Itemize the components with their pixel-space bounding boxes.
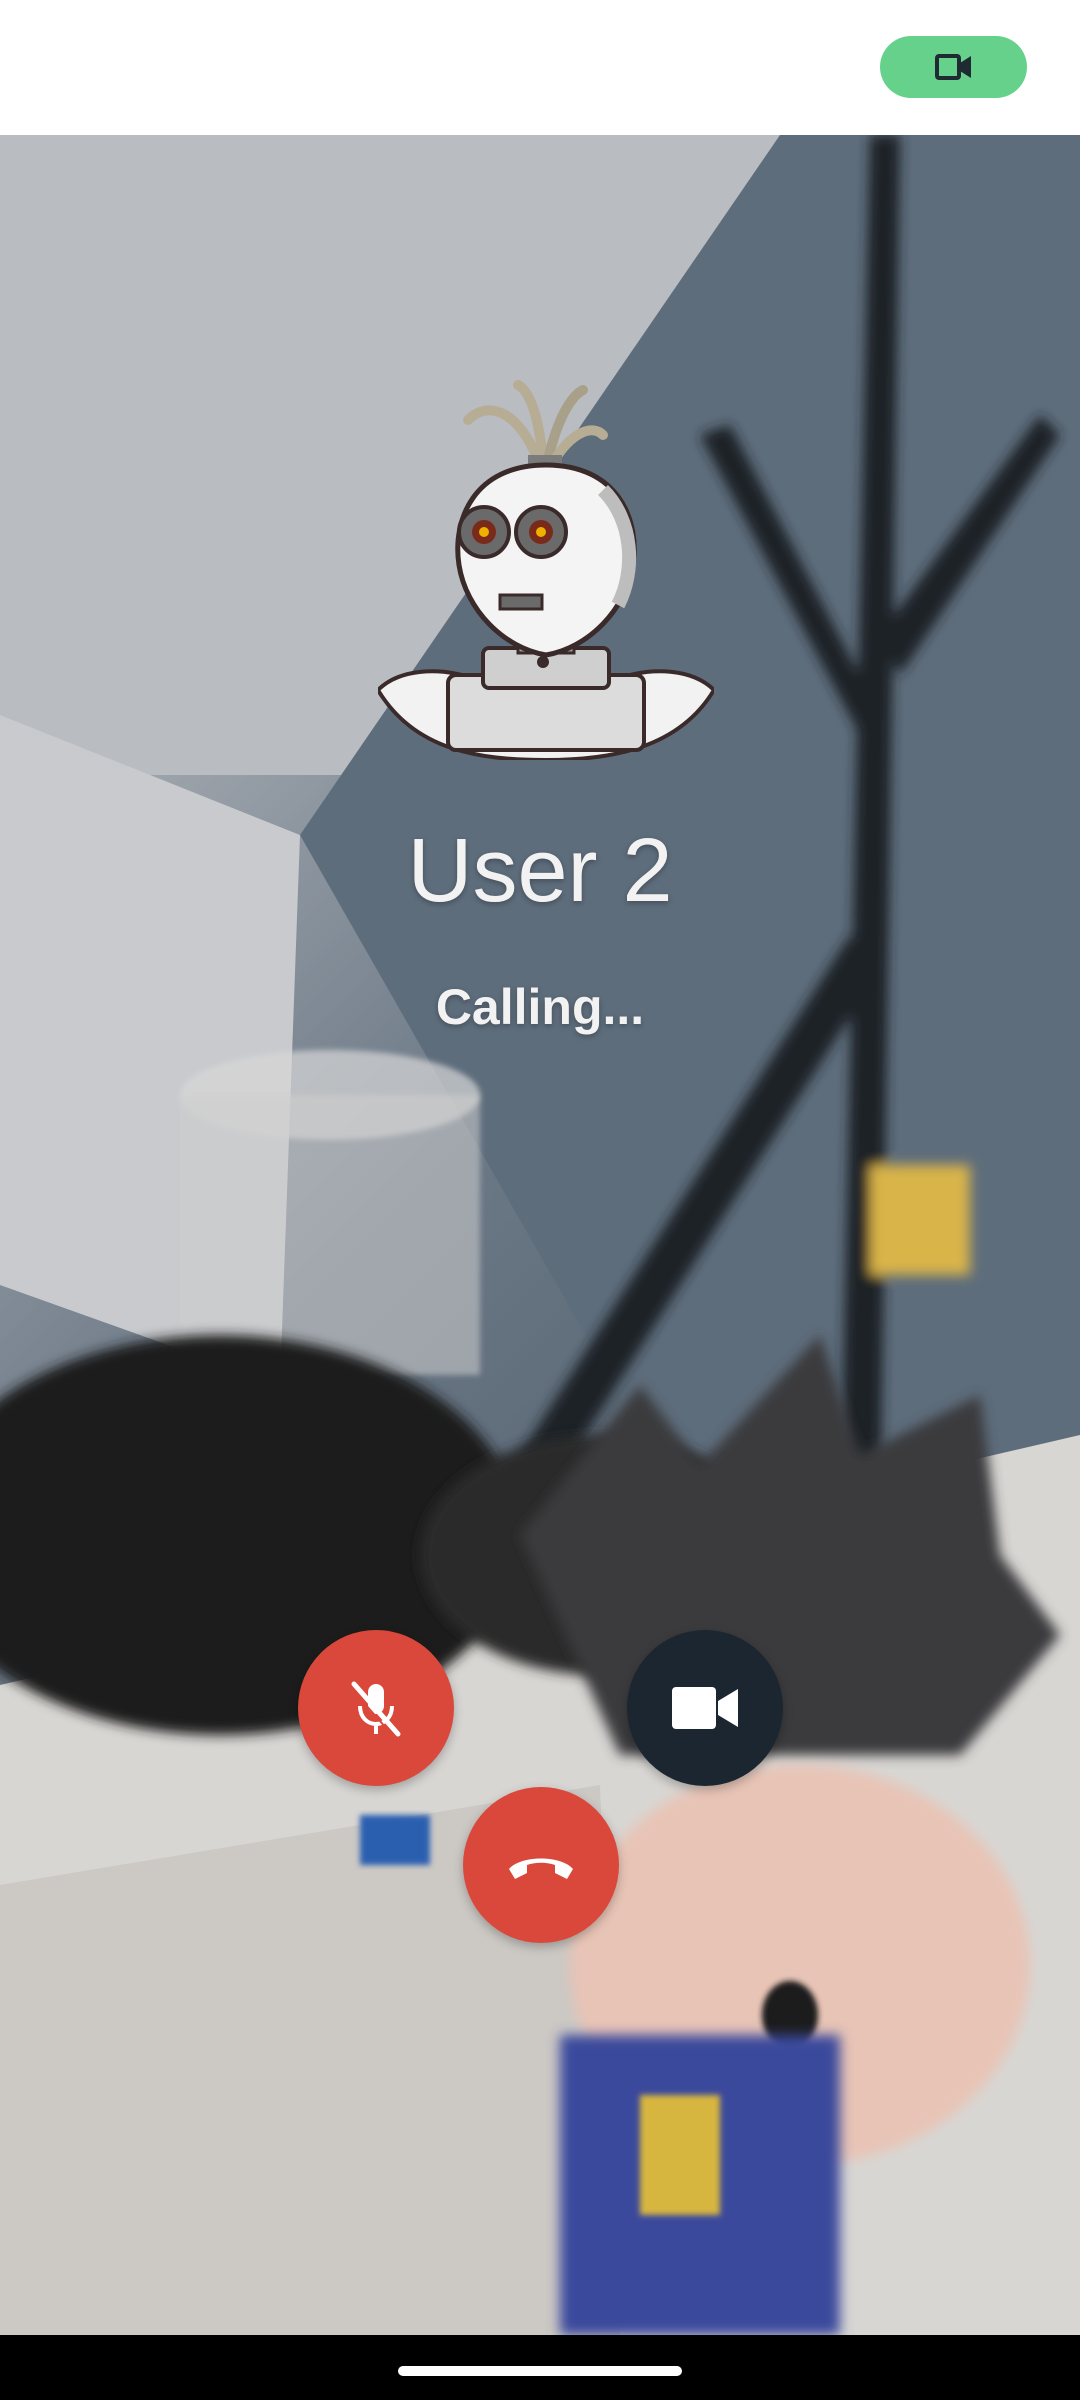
- mute-button[interactable]: [298, 1630, 454, 1786]
- phone-hangup-icon: [509, 1858, 573, 1879]
- top-app-bar: [0, 0, 1080, 135]
- mic-off-icon: [349, 1681, 401, 1738]
- video-call-chip[interactable]: [880, 36, 1027, 98]
- video-camera-icon: [672, 1687, 738, 1729]
- video-toggle-button[interactable]: [627, 1630, 783, 1786]
- robot-avatar: [378, 380, 714, 760]
- call-status: Calling...: [435, 979, 645, 1035]
- caller-name: User 2: [407, 821, 673, 921]
- home-indicator[interactable]: [398, 2366, 682, 2376]
- end-call-button[interactable]: [463, 1787, 619, 1943]
- video-camera-icon: [934, 54, 971, 80]
